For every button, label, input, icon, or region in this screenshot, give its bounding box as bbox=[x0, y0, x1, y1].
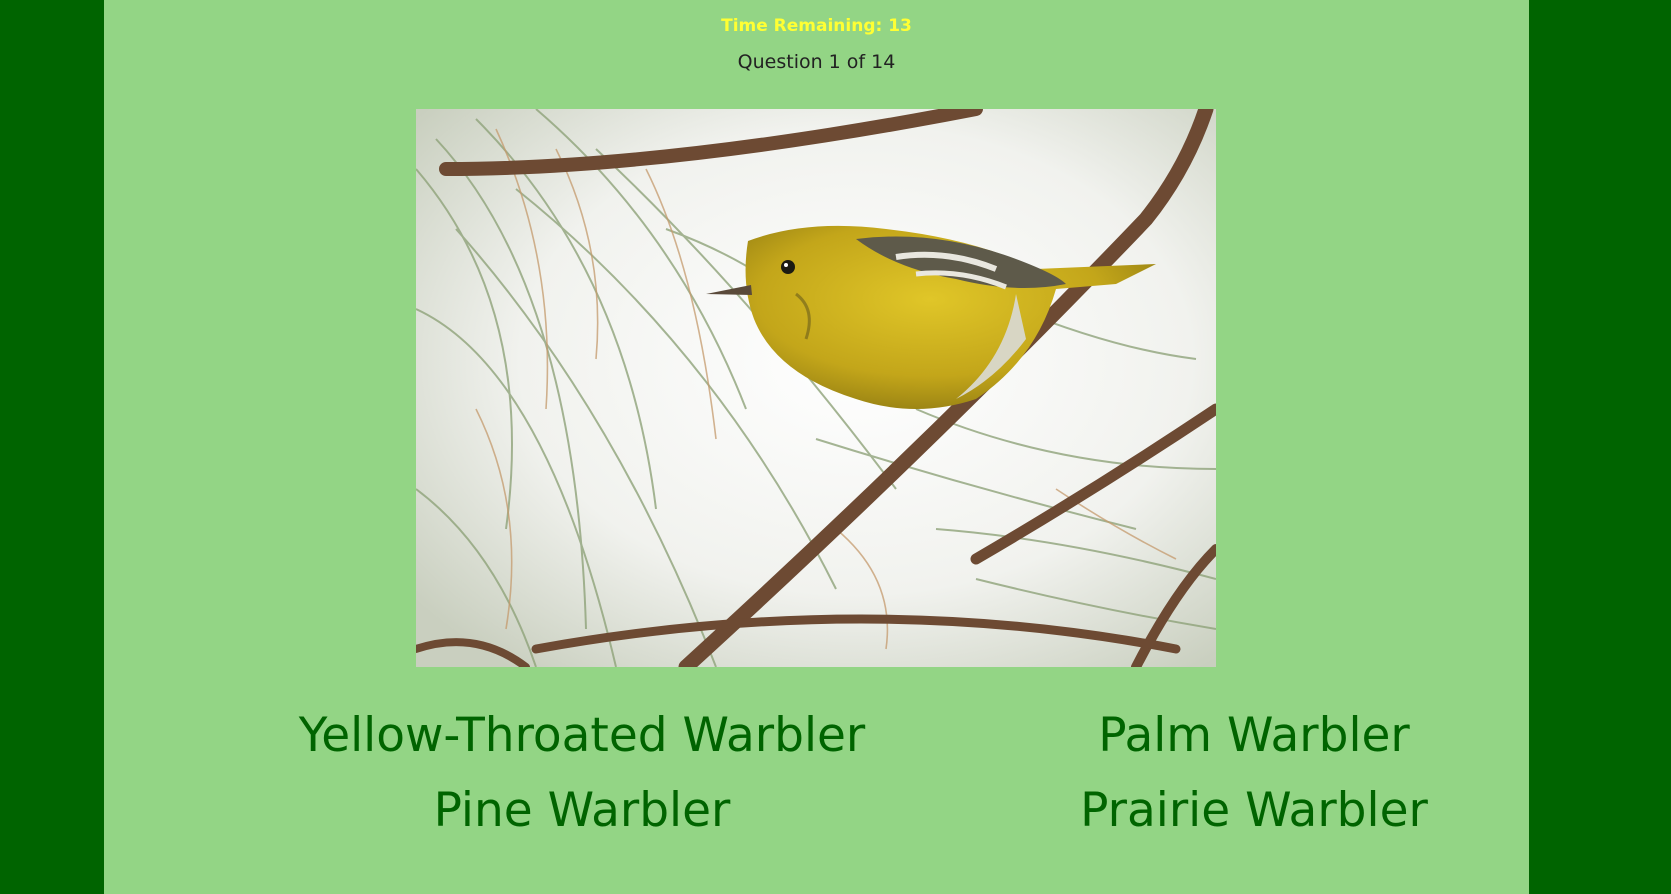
answer-option-4[interactable]: Prairie Warbler bbox=[944, 783, 1564, 838]
time-remaining: Time Remaining: 13 bbox=[721, 16, 912, 36]
answer-option-2[interactable]: Palm Warbler bbox=[944, 708, 1564, 763]
answer-option-1[interactable]: Yellow-Throated Warbler bbox=[272, 708, 892, 763]
quiz-panel: Time Remaining: 13 Question 1 of 14 Yell… bbox=[104, 0, 1529, 894]
question-counter: Question 1 of 14 bbox=[737, 51, 896, 73]
answer-option-3[interactable]: Pine Warbler bbox=[272, 783, 892, 838]
bird-photo bbox=[416, 109, 1216, 667]
